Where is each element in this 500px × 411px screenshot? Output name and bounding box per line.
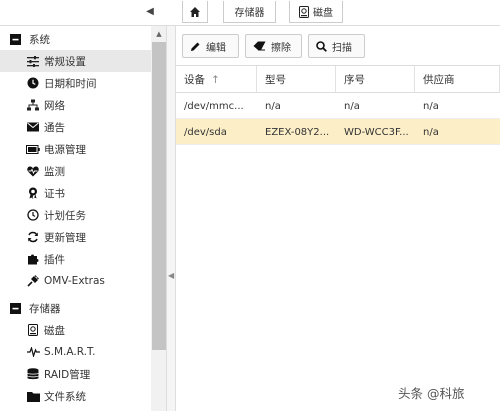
sidebar-item-label: 监测 (44, 165, 65, 178)
column-header-label: 型号 (265, 74, 286, 86)
sidebar-item-disks[interactable]: 磁盘 (0, 319, 151, 341)
breadcrumb-disk[interactable]: 磁盘 (289, 1, 343, 23)
watermark-text: 头条 @科旅 (398, 386, 465, 401)
cell-vendor: n/a (423, 100, 439, 112)
table-row[interactable]: /dev/mmc... n/a n/a n/a (176, 93, 500, 119)
edit-button-label: 编辑 (206, 42, 226, 54)
battery-icon (26, 142, 40, 156)
panel-splitter[interactable]: ◀ (167, 26, 176, 411)
sidebar-item-label: 计划任务 (44, 209, 86, 222)
sidebar-item-raid[interactable]: RAID管理 (0, 363, 151, 385)
top-bar: ◀ 存储器 磁盘 (0, 0, 500, 26)
scan-button-label: 扫描 (332, 42, 352, 54)
sidebar-item-certificates[interactable]: 证书 (0, 182, 151, 204)
sidebar-item-label: 证书 (44, 187, 65, 200)
sidebar-item-smart[interactable]: S.M.A.R.T. (0, 341, 151, 363)
collapse-sidebar-icon[interactable]: ◀ (144, 5, 156, 19)
sidebar-item-label: RAID管理 (44, 368, 91, 381)
eraser-icon (253, 41, 266, 51)
sidebar-item-label: 日期和时间 (44, 77, 97, 90)
sidebar-item-omv-extras[interactable]: OMV-Extras (0, 270, 151, 292)
sidebar-item-monitoring[interactable]: 监测 (0, 160, 151, 182)
sidebar-item-label: 电源管理 (44, 143, 86, 156)
sidebar-item-filesystems[interactable]: 文件系统 (0, 385, 151, 407)
refresh-icon (26, 230, 40, 244)
sidebar-item-label: 插件 (44, 253, 65, 266)
sidebar-item-label: 磁盘 (44, 324, 65, 337)
sidebar-item-label: S.M.A.R.T. (44, 346, 96, 358)
sidebar-item-label: 通告 (44, 121, 65, 134)
cell-vendor: n/a (423, 126, 439, 138)
column-header-vendor[interactable]: 供应商 (415, 66, 500, 93)
sidebar-item-network[interactable]: 网络 (0, 94, 151, 116)
sort-ascending-icon[interactable]: ↑ (211, 74, 220, 86)
envelope-icon (26, 120, 40, 134)
cell-device: /dev/mmc... (184, 100, 244, 112)
breadcrumb-disk-label: 磁盘 (313, 8, 333, 19)
column-header-device[interactable]: 设备 ↑ (176, 66, 257, 93)
toolbar: 编辑 擦除 扫描 (176, 26, 500, 66)
clock-icon (26, 76, 40, 90)
plug-icon (26, 274, 40, 288)
sidebar-group-system[interactable]: 系统 (0, 28, 151, 50)
cell-model: EZEX-08Y2... (265, 126, 330, 138)
table-row-selected[interactable]: /dev/sda EZEX-08Y2... WD-WCC3F... n/a (176, 119, 500, 145)
column-header-label: 设备 (184, 74, 205, 86)
collapse-minus-icon[interactable] (8, 32, 22, 46)
edit-button[interactable]: 编辑 (182, 34, 239, 58)
column-header-label: 供应商 (423, 74, 455, 86)
sidebar: 系统 常规设置 日期和时间 网络 通告 电源管理 监测 证书 计划任务 更新管理… (0, 26, 167, 411)
sidebar-item-date-time[interactable]: 日期和时间 (0, 72, 151, 94)
sidebar-item-label: OMV-Extras (44, 275, 105, 287)
sidebar-item-label: 更新管理 (44, 231, 86, 244)
sidebar-group-label: 存储器 (29, 302, 61, 315)
home-icon (190, 6, 200, 17)
network-icon (26, 98, 40, 112)
sidebar-item-notification[interactable]: 通告 (0, 116, 151, 138)
scrollbar-thumb[interactable] (152, 42, 166, 350)
wipe-button[interactable]: 擦除 (245, 34, 302, 58)
splitter-collapse-icon[interactable]: ◀ (168, 270, 175, 282)
breadcrumb-storage[interactable]: 存储器 (223, 1, 276, 23)
clock-outline-icon (26, 208, 40, 222)
sidebar-group-label: 系统 (29, 33, 50, 46)
sidebar-item-power-management[interactable]: 电源管理 (0, 138, 151, 160)
database-icon (26, 367, 40, 381)
disk-icon (299, 5, 309, 18)
main-panel: 编辑 擦除 扫描 设备 ↑ 型号 序号 供应商 /dev/mmc... n/a … (176, 26, 500, 411)
search-icon (316, 40, 327, 52)
wipe-button-label: 擦除 (271, 42, 291, 54)
puzzle-icon (26, 252, 40, 266)
sidebar-item-update-management[interactable]: 更新管理 (0, 226, 151, 248)
column-header-label: 序号 (344, 74, 365, 86)
breadcrumb-home-button[interactable] (182, 1, 208, 23)
column-header-serial[interactable]: 序号 (336, 66, 415, 93)
column-header-model[interactable]: 型号 (257, 66, 336, 93)
sidebar-item-scheduled-tasks[interactable]: 计划任务 (0, 204, 151, 226)
sidebar-item-general-settings[interactable]: 常规设置 (0, 50, 151, 72)
table-header: 设备 ↑ 型号 序号 供应商 (176, 66, 500, 93)
sidebar-item-plugins[interactable]: 插件 (0, 248, 151, 270)
sidebar-item-label: 常规设置 (44, 55, 86, 68)
scroll-up-arrow-icon[interactable]: ▲ (151, 28, 166, 40)
cell-serial: WD-WCC3F... (344, 126, 409, 138)
scan-button[interactable]: 扫描 (308, 34, 365, 58)
sidebar-item-label: 文件系统 (44, 390, 86, 403)
collapse-minus-icon[interactable] (8, 301, 22, 315)
sliders-icon (26, 54, 40, 68)
sidebar-group-storage[interactable]: 存储器 (0, 297, 151, 319)
heartbeat-icon (26, 164, 40, 178)
cell-serial: n/a (344, 100, 360, 112)
cell-device: /dev/sda (184, 126, 227, 138)
certificate-icon (26, 186, 40, 200)
sidebar-scrollbar[interactable]: ▲ (151, 26, 166, 411)
sidebar-item-label: 网络 (44, 99, 65, 112)
pencil-icon (191, 42, 200, 51)
disk-icon (26, 323, 40, 337)
folder-icon (26, 389, 40, 403)
cell-model: n/a (265, 100, 281, 112)
pulse-icon (26, 345, 40, 359)
